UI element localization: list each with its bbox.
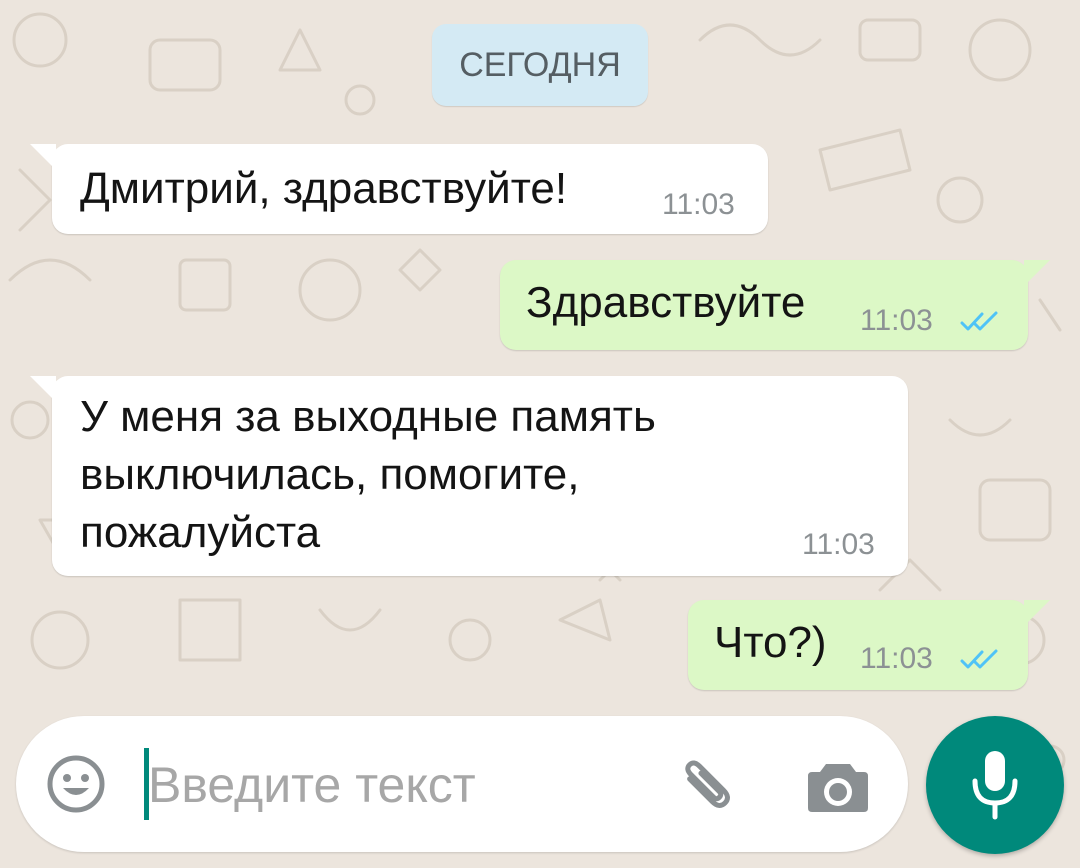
- attach-button[interactable]: [672, 750, 744, 822]
- message-text: Дмитрий, здравствуйте!: [80, 164, 568, 213]
- bubble-tail: [30, 144, 56, 170]
- camera-icon: [808, 764, 868, 812]
- message-bubble-outgoing[interactable]: Здравствуйте 11:03: [500, 260, 1050, 350]
- message-composer: Введите текст: [16, 716, 908, 852]
- message-input[interactable]: Введите текст: [148, 756, 476, 814]
- read-receipt-icon: [960, 311, 998, 331]
- emoji-icon: [47, 755, 105, 813]
- message-bubble-incoming[interactable]: Дмитрий, здравствуйте! 11:03: [30, 144, 768, 234]
- message-time: 11:03: [662, 188, 735, 221]
- message-text: Что?): [714, 618, 827, 667]
- date-separator: СЕГОДНЯ: [432, 24, 648, 106]
- message-bubble-incoming[interactable]: У меня за выходные память выключилась, п…: [30, 376, 908, 576]
- message-time: 11:03: [860, 304, 933, 337]
- message-time: 11:03: [860, 642, 933, 675]
- message-bubble-outgoing[interactable]: Что?) 11:03: [688, 600, 1050, 690]
- bubble-tail: [1024, 600, 1050, 626]
- message-text-line: выключилась, помогите,: [80, 450, 580, 499]
- read-receipt-icon: [960, 649, 998, 669]
- voice-record-button[interactable]: [926, 716, 1064, 854]
- message-text-line: пожалуйста: [80, 508, 321, 557]
- bubble-tail: [1024, 260, 1050, 286]
- emoji-button[interactable]: [40, 748, 112, 820]
- message-time: 11:03: [802, 528, 875, 561]
- microphone-icon: [972, 751, 1018, 820]
- message-text: Здравствуйте: [526, 278, 806, 327]
- attach-icon: [685, 760, 730, 808]
- message-text-line: У меня за выходные память: [80, 392, 656, 441]
- bubble-tail: [30, 376, 56, 402]
- camera-button[interactable]: [802, 750, 874, 822]
